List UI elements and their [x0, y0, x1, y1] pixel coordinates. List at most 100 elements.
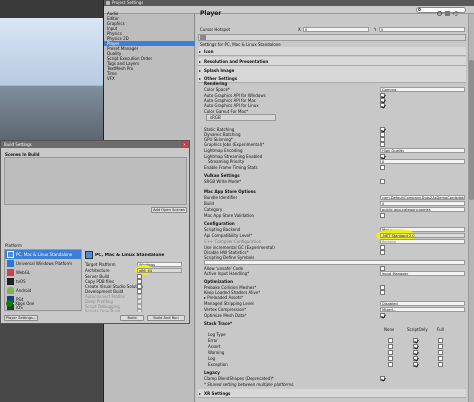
vulkan-heading: Vulkan Settings	[204, 173, 240, 178]
mac-receipt-checkbox[interactable]	[380, 213, 385, 218]
cursor-hotspot-label: Cursor Hotspot	[200, 27, 231, 32]
disable-hw-stats-checkbox[interactable]	[380, 250, 385, 255]
standalone-icon	[7, 251, 14, 258]
stack-error-none[interactable]	[388, 338, 393, 343]
scene-view	[0, 18, 103, 140]
hotspot-x-label: X	[298, 27, 301, 32]
cpp-compiler-label: C++ Compiler Configuration	[204, 239, 262, 244]
stack-log-script[interactable]	[413, 356, 418, 361]
cpp-compiler-dropdown[interactable]: Release	[380, 239, 465, 244]
graphics-jobs-label: Graphics Jobs (Experimental)*	[204, 142, 265, 147]
architecture-dropdown[interactable]: x86_64	[137, 268, 182, 273]
stack-warning-full[interactable]	[438, 350, 443, 355]
build-button[interactable]: Build	[120, 315, 144, 321]
architecture-label: Architecture	[85, 268, 110, 273]
add-open-scenes-button[interactable]: Add Open Scenes	[151, 207, 187, 213]
help-icon[interactable]	[437, 11, 442, 16]
managed-stripping-label: Managed Stripping Level	[204, 301, 254, 306]
stack-error-script[interactable]	[413, 338, 418, 343]
scripting-backend-label: Scripting Backend	[204, 227, 241, 232]
platform-tab-standalone-icon[interactable]	[200, 35, 206, 40]
shared-setting-note: * Shared setting between multiple platfo…	[204, 382, 295, 387]
platform-tabs	[198, 34, 466, 41]
managed-stripping-dropdown[interactable]: Disabled	[380, 301, 465, 306]
stack-assert-full[interactable]	[438, 344, 443, 349]
player-settings-button[interactable]: Player Settings...	[4, 315, 38, 321]
close-icon[interactable]: ×	[182, 142, 187, 147]
windows-icon	[7, 260, 14, 267]
bundle-id-field[interactable]: com.DefaultCompany.Dots2AsDemoCardsdata	[380, 195, 465, 200]
stack-log-none[interactable]	[388, 356, 393, 361]
hotspot-x-field[interactable]: 0	[303, 27, 369, 32]
api-compat-label: Api Compatibility Level*	[204, 233, 253, 238]
xbox-one-icon	[6, 300, 13, 307]
streaming-priority-field[interactable]: 0	[380, 159, 465, 164]
stack-exception-full[interactable]	[438, 362, 443, 367]
platform-item-webgl[interactable]: WebGL	[16, 270, 30, 275]
stack-exception-script[interactable]	[413, 362, 418, 367]
stack-assert-none[interactable]	[388, 344, 393, 349]
platform-item-standalone[interactable]: PC, Mac & Linux Standalone	[16, 252, 72, 257]
active-input-dropdown[interactable]: Input Manager	[380, 271, 465, 276]
auto-gfx-linux-checkbox[interactable]	[380, 103, 385, 108]
optimization-heading: Optimization	[204, 279, 233, 284]
streaming-priority-label: Streaming Priority	[208, 159, 245, 164]
stack-col-none: None	[384, 327, 395, 332]
platform-item-uwp[interactable]: Universal Windows Platform	[16, 261, 72, 266]
configuration-heading: Configuration	[204, 221, 235, 226]
srgb-write-checkbox[interactable]	[380, 179, 385, 184]
auto-gfx-linux-label: Auto Graphics API for Linux	[204, 103, 259, 108]
keep-shaders-checkbox[interactable]	[380, 290, 385, 295]
android-icon	[7, 287, 14, 294]
section-icon[interactable]: Icon	[198, 47, 466, 56]
category-field[interactable]: public.app-category.games	[380, 207, 465, 212]
section-xr-settings[interactable]: XR Settings	[198, 389, 466, 398]
stack-warning-none[interactable]	[388, 350, 393, 355]
category-label: Category	[204, 207, 223, 212]
tvos-icon	[7, 278, 14, 285]
build-field[interactable]: 0	[380, 201, 465, 206]
clamp-blendshapes-label: Clamp BlendShapes (Deprecated)*	[204, 376, 274, 381]
lightmap-encoding-dropdown[interactable]: High Quality	[380, 148, 465, 153]
gear-icon[interactable]	[453, 11, 458, 16]
stack-warning-script[interactable]	[413, 350, 418, 355]
lightmap-encoding-label: Lightmap Encoding	[204, 148, 243, 153]
stack-row-error: Error	[208, 338, 218, 343]
color-gamut-srgb: sRGB	[210, 115, 221, 120]
build-label: Build	[204, 201, 215, 206]
frame-timing-checkbox[interactable]	[380, 165, 385, 170]
search-icon	[418, 8, 421, 11]
mac-store-heading: Mac App Store Options	[204, 189, 256, 194]
preset-icon[interactable]	[445, 11, 450, 16]
stack-exception-none[interactable]	[388, 362, 393, 367]
sidebar-item-vfx[interactable]: VFX	[107, 76, 115, 81]
define-symbols-field[interactable]	[204, 260, 465, 265]
build-and-run-button[interactable]: Build And Run	[147, 315, 185, 321]
api-compat-dropdown[interactable]: .NET Standard 2.0	[380, 233, 465, 238]
hotspot-y-label: Y	[374, 27, 377, 32]
vertex-compression-dropdown[interactable]: Mixed...	[380, 307, 465, 312]
mac-receipt-label: Mac App Store Validation	[204, 213, 255, 218]
scrollbar-thumb[interactable]	[469, 60, 474, 200]
platform-item-xbox-one[interactable]: Xbox One	[15, 301, 34, 306]
build-settings-title: Build Settings	[4, 142, 32, 147]
stack-col-script: ScriptOnly	[407, 327, 428, 332]
section-other-settings[interactable]: Other Settings	[198, 74, 466, 83]
platform-item-android[interactable]: Android	[16, 288, 31, 293]
stack-error-full[interactable]	[438, 338, 443, 343]
preloaded-assets-foldout[interactable]: ▸ Preloaded Assets*	[204, 295, 243, 300]
hotspot-y-field[interactable]: 0	[379, 27, 465, 32]
scenes-list[interactable]	[4, 157, 187, 205]
optimize-mesh-label: Optimize Mesh Data*	[204, 313, 247, 318]
platform-item-tvos[interactable]: tvOS	[16, 279, 26, 284]
section-resolution[interactable]: Resolution and Presentation	[198, 57, 466, 66]
clamp-blendshapes-checkbox[interactable]	[380, 376, 385, 381]
color-space-dropdown[interactable]: Gamma	[380, 87, 465, 92]
stack-row-log-type: Log Type	[208, 332, 226, 337]
build-settings-window: Build Settings × Scenes In Build Add Ope…	[0, 140, 190, 324]
optimize-mesh-checkbox[interactable]	[380, 313, 385, 318]
stack-log-full[interactable]	[438, 356, 443, 361]
stack-assert-script[interactable]	[413, 344, 418, 349]
graphics-jobs-checkbox[interactable]	[380, 142, 385, 147]
active-input-label: Active Input Handling*	[204, 271, 250, 276]
